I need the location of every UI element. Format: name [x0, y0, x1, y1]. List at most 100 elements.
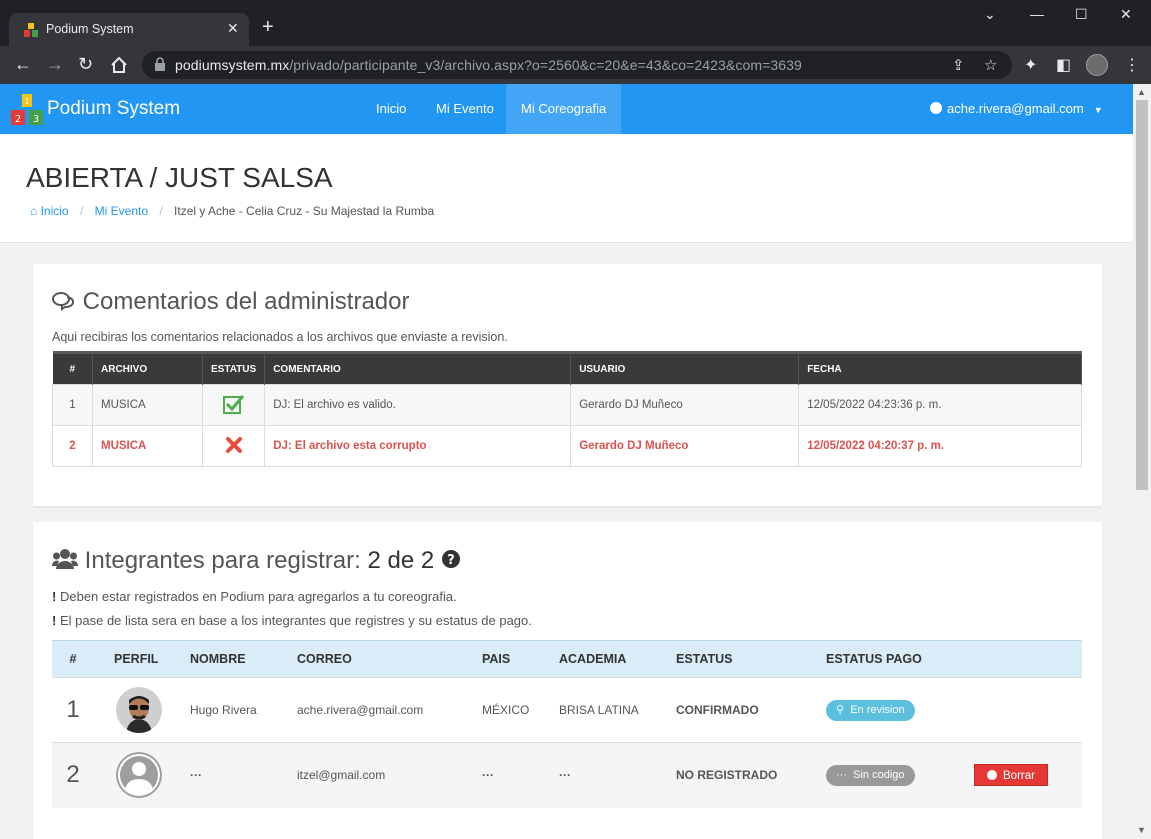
extensions-icon[interactable]: ✦: [1024, 55, 1037, 75]
help-icon[interactable]: ?: [441, 549, 461, 569]
members-note-1: ! Deben estar registrados en Podium para…: [52, 589, 457, 604]
close-window-icon[interactable]: ✕: [1120, 6, 1132, 23]
nav-mi-evento[interactable]: Mi Evento: [421, 84, 509, 134]
col-estatus: ESTATUS: [656, 640, 806, 678]
breadcrumb: ⌂ Inicio / Mi Evento / Itzel y Ache - Ce…: [30, 204, 434, 218]
browser-tabbar: Podium System ✕ + ⌄ — ☐ ✕: [0, 0, 1151, 46]
col-correo: CORREO: [277, 640, 462, 678]
reload-icon[interactable]: ↻: [78, 54, 93, 74]
minimize-icon[interactable]: —: [1030, 6, 1044, 22]
cell-num: 2: [52, 742, 94, 808]
cell-num: 2: [52, 425, 93, 467]
caret-down-icon: ▼: [1093, 105, 1103, 115]
comments-table-header: # ARCHIVO ESTATUS COMENTARIO USUARIO FEC…: [52, 351, 1082, 385]
page-title: ABIERTA / JUST SALSA: [26, 162, 333, 193]
col-nombre: NOMBRE: [170, 640, 277, 678]
cell-correo: ache.rivera@gmail.com: [277, 677, 462, 743]
default-avatar-icon[interactable]: [116, 752, 162, 799]
members-table: # PERFIL NOMBRE CORREO PAIS ACADEMIA EST…: [52, 640, 1082, 808]
comments-description: Aqui recibiras los comentarios relaciona…: [52, 330, 508, 344]
table-row: 2 MUSICA DJ: El archivo esta corrupto Ge…: [52, 425, 1082, 467]
cell-academia: BRISA LATINA: [539, 677, 656, 743]
table-row: 1 Hugo Rivera ache.rivera@gmail.com MÉXI…: [52, 677, 1082, 743]
side-panel-icon[interactable]: ◧: [1056, 55, 1071, 75]
tab-close-icon[interactable]: ✕: [227, 20, 239, 37]
minus-circle-icon: [987, 770, 997, 781]
scrollbar-thumb[interactable]: [1136, 100, 1148, 490]
scroll-down-icon[interactable]: ▼: [1137, 825, 1146, 835]
search-icon: ⚲: [836, 703, 845, 716]
page-scrollbar[interactable]: ▲ ▼: [1133, 84, 1151, 839]
star-icon[interactable]: ☆: [984, 56, 997, 74]
col-perfil: PERFIL: [94, 640, 170, 678]
new-tab-icon[interactable]: +: [262, 17, 274, 37]
home-icon[interactable]: [110, 56, 128, 74]
share-icon[interactable]: ⇪: [952, 56, 965, 74]
status-badge: NO REGISTRADO: [656, 742, 806, 808]
cell-pais: ···: [462, 742, 539, 808]
lock-icon: [155, 57, 165, 71]
cell-fecha: 12/05/2022 04:20:37 p. m.: [798, 425, 1082, 467]
col-archivo: ARCHIVO: [92, 351, 203, 385]
col-actions: [966, 640, 1082, 678]
cell-nombre: Hugo Rivera: [170, 677, 277, 743]
payment-status-badge[interactable]: ⚲ En revision: [826, 699, 915, 721]
cell-perfil: [94, 742, 170, 808]
members-card: Integrantes para registrar: 2 de 2 ? ! D…: [33, 522, 1102, 839]
chevron-down-icon[interactable]: ⌄: [984, 6, 996, 23]
breadcrumb-current: Itzel y Ache - Celia Cruz - Su Majestad …: [174, 204, 435, 218]
cell-pais: MÉXICO: [462, 677, 539, 743]
maximize-icon[interactable]: ☐: [1075, 6, 1088, 23]
svg-text:3: 3: [33, 114, 39, 125]
user-circle-icon: [930, 102, 942, 114]
tab-title: Podium System: [46, 22, 134, 36]
cell-fecha: 12/05/2022 04:23:36 p. m.: [798, 384, 1082, 426]
page-header: ABIERTA / JUST SALSA ⌂ Inicio / Mi Event…: [0, 134, 1133, 243]
cell-archivo: MUSICA: [92, 384, 203, 426]
cell-usuario: Gerardo DJ Muñeco: [570, 425, 800, 467]
cell-comentario: DJ: El archivo esta corrupto: [264, 425, 572, 467]
browser-toolbar: ← → ↻ podiumsystem.mx/privado/participan…: [0, 46, 1151, 84]
url-text: podiumsystem.mx/privado/participante_v3/…: [175, 57, 802, 73]
nav-inicio[interactable]: Inicio: [361, 84, 421, 134]
home-icon: ⌂: [30, 204, 38, 218]
nav-mi-coreografia[interactable]: Mi Coreografia: [506, 84, 622, 134]
users-icon: [51, 549, 79, 569]
cell-pago: ⚲ En revision: [806, 677, 966, 743]
x-icon: [225, 436, 242, 453]
browser-tab[interactable]: Podium System ✕: [9, 13, 249, 46]
brand-name[interactable]: Podium System: [47, 98, 180, 120]
breadcrumb-separator: /: [159, 204, 163, 218]
cell-status: [201, 384, 266, 426]
profile-photo[interactable]: [116, 687, 162, 733]
comments-title: Comentarios del administrador: [52, 288, 409, 316]
cell-nombre: ···: [170, 742, 277, 808]
cell-actions: [966, 677, 1082, 743]
breadcrumb-inicio[interactable]: ⌂ Inicio: [30, 204, 69, 218]
col-num: #: [52, 351, 93, 385]
cell-comentario: DJ: El archivo es valido.: [264, 384, 572, 426]
members-count: 2 de 2: [367, 547, 435, 574]
cell-perfil: [94, 677, 170, 743]
exclamation-icon: !: [52, 613, 57, 628]
scroll-up-icon[interactable]: ▲: [1137, 87, 1146, 97]
cell-correo: itzel@gmail.com: [277, 742, 462, 808]
address-bar[interactable]: podiumsystem.mx/privado/participante_v3/…: [142, 51, 1012, 79]
cell-pago: ··· Sin codigo: [806, 742, 966, 808]
members-table-header: # PERFIL NOMBRE CORREO PAIS ACADEMIA EST…: [52, 640, 1082, 678]
ellipsis-icon: ···: [836, 768, 847, 781]
back-icon[interactable]: ←: [14, 54, 32, 74]
profile-avatar[interactable]: [1086, 54, 1108, 76]
more-menu-icon[interactable]: ⋮: [1124, 55, 1140, 75]
forward-icon[interactable]: →: [46, 54, 64, 74]
svg-text:2: 2: [15, 114, 21, 125]
check-icon: [222, 394, 244, 414]
members-title: Integrantes para registrar: 2 de 2 ?: [51, 547, 461, 575]
col-pais: PAIS: [462, 640, 539, 678]
payment-status-badge[interactable]: ··· Sin codigo: [826, 764, 915, 786]
delete-button[interactable]: Borrar: [974, 764, 1048, 787]
user-menu[interactable]: ache.rivera@gmail.com ▼: [930, 84, 1103, 134]
col-num: #: [52, 640, 94, 678]
col-academia: ACADEMIA: [539, 640, 656, 678]
breadcrumb-mi-evento[interactable]: Mi Evento: [95, 204, 148, 218]
